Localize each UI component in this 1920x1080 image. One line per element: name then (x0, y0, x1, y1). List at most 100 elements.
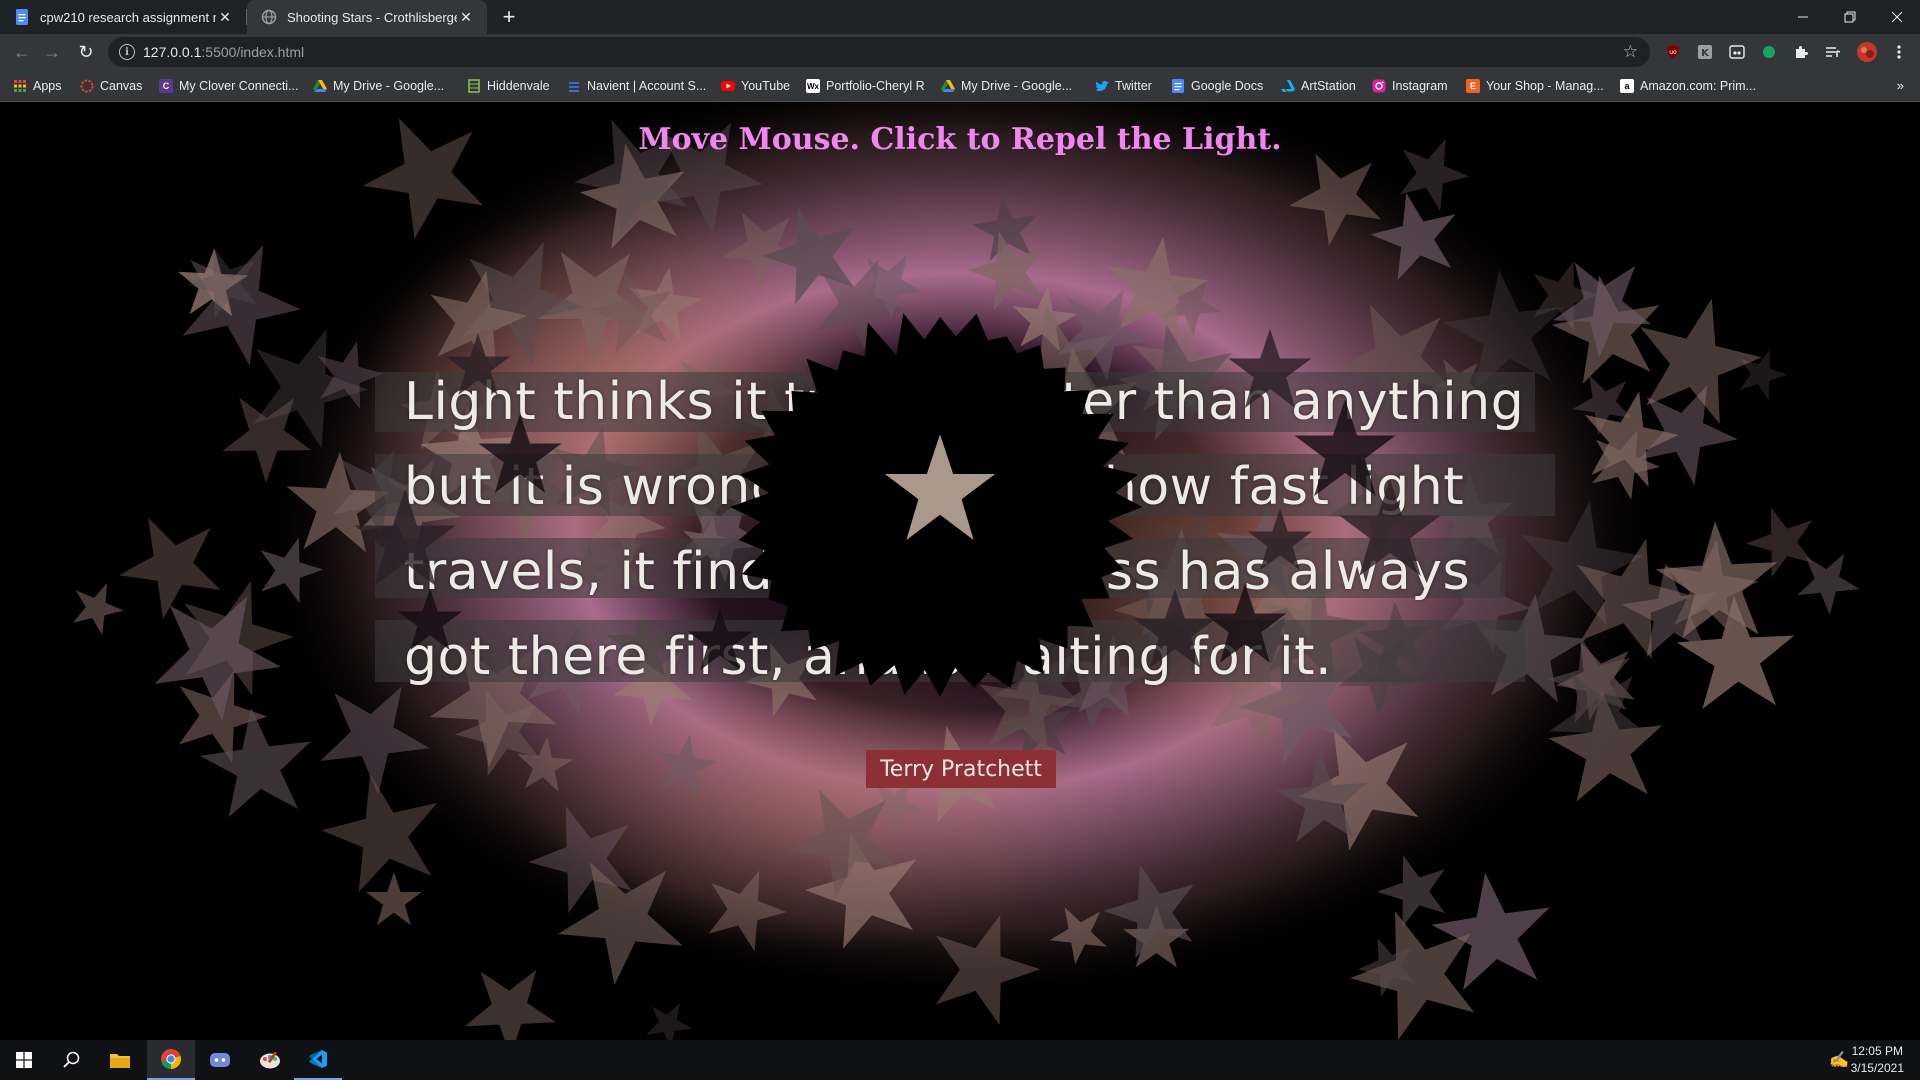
search-icon (63, 1051, 80, 1068)
paint-icon (260, 1051, 280, 1069)
windows-start-icon (16, 1052, 32, 1068)
taskbar-chrome[interactable] (147, 1040, 195, 1080)
bookmark-google-drive[interactable]: My Drive - Google... (313, 77, 444, 95)
bookmark-label: Twitter (1115, 79, 1152, 93)
bookmark-label: Google Docs (1191, 79, 1264, 93)
bookmark-hiddenvale[interactable]: Hiddenvale (467, 77, 550, 95)
bookmark-twitter[interactable]: Twitter (1095, 77, 1152, 95)
bookmark-instagram[interactable]: Instagram (1372, 77, 1448, 95)
new-tab-button[interactable]: + (497, 4, 521, 29)
bookmark-label: My Drive - Google... (961, 79, 1073, 93)
quote-line: Light thinks it travels faster than anyt… (404, 372, 1525, 432)
canvas-icon (80, 79, 94, 93)
start-button[interactable] (0, 1040, 48, 1080)
extension-k-icon[interactable]: K (1695, 42, 1715, 62)
bookmark-label: ArtStation (1301, 79, 1356, 93)
address-bar[interactable]: i 127.0.0.1:5500/index.html ☆ (108, 37, 1650, 67)
bookmarks-bar: Apps Canvas C My Clover Connecti... My D… (0, 70, 1920, 102)
discord-icon (210, 1053, 230, 1067)
minimize-button[interactable] (1780, 0, 1826, 34)
info-icon[interactable]: i (119, 44, 135, 60)
bookmark-apps[interactable]: Apps (13, 77, 62, 95)
svg-text:K: K (1701, 48, 1710, 59)
system-clock[interactable]: 12:05 PM 3/15/2021 (1851, 1043, 1904, 1077)
minimize-icon (1798, 16, 1808, 18)
bookmark-label: Amazon.com: Prim... (1640, 79, 1756, 93)
back-button[interactable]: ← (8, 38, 36, 66)
google-drive-icon (941, 79, 955, 93)
google-docs-icon (14, 9, 30, 25)
media-queue-icon[interactable] (1823, 42, 1843, 62)
page-canvas[interactable]: Move Mouse. Click to Repel the Light. Li… (0, 102, 1920, 1040)
bookmark-label: YouTube (741, 79, 791, 93)
bookmark-label: My Clover Connecti... (179, 79, 299, 93)
apps-grid-icon (13, 79, 27, 93)
wix-icon: Wx (806, 79, 820, 93)
bookmark-portfolio[interactable]: Wx Portfolio-Cheryl R (806, 77, 925, 95)
tab-strip: cpw210 research assignment not ✕ Shootin… (0, 0, 1920, 34)
quote-line: but it is wrong. No matter how fast ligh… (404, 457, 1465, 517)
browser-toolbar: ← → ↻ i 127.0.0.1:5500/index.html ☆ uo K (0, 34, 1920, 70)
google-drive-icon (313, 79, 327, 93)
restore-button[interactable] (1827, 0, 1873, 34)
reload-icon: ↻ (78, 41, 94, 62)
tab-shooting-stars[interactable]: Shooting Stars - Crothlisberger ✕ (247, 0, 487, 34)
etsy-icon: E (1466, 79, 1480, 93)
clock-date: 3/15/2021 (1850, 1061, 1904, 1075)
navient-icon (567, 79, 581, 93)
artstation-icon (1281, 79, 1295, 93)
taskbar-vscode[interactable] (294, 1040, 342, 1080)
arrow-right-icon: → (43, 41, 61, 62)
amazon-icon: a (1620, 79, 1634, 93)
extensions-puzzle-icon[interactable] (1791, 42, 1811, 62)
file-explorer-icon (110, 1054, 130, 1068)
svg-text:uo: uo (1669, 49, 1677, 56)
restore-icon (1844, 11, 1856, 23)
extension-green-dot-icon[interactable] (1759, 42, 1779, 62)
tab-title: cpw210 research assignment not (40, 9, 216, 25)
bookmark-google-docs[interactable]: Google Docs (1171, 77, 1263, 95)
instruction-heading: Move Mouse. Click to Repel the Light. (638, 122, 1282, 157)
youtube-icon (721, 79, 735, 93)
close-window-button[interactable] (1874, 0, 1920, 34)
forward-button[interactable]: → (38, 38, 66, 66)
hiddenvale-icon (467, 79, 481, 93)
bookmark-artstation[interactable]: ArtStation (1281, 77, 1356, 95)
bookmark-amazon[interactable]: a Amazon.com: Prim... (1620, 77, 1756, 95)
bookmark-label: Your Shop - Manag... (1486, 79, 1604, 93)
bookmark-label: Navient | Account S... (587, 79, 707, 93)
bookmark-label: Apps (33, 79, 62, 93)
bookmark-clover[interactable]: C My Clover Connecti... (159, 77, 298, 95)
tab-research-assignment[interactable]: cpw210 research assignment not ✕ (0, 0, 246, 34)
bookmark-label: Canvas (100, 79, 143, 93)
bookmark-google-drive-2[interactable]: My Drive - Google... (941, 77, 1072, 95)
reload-button[interactable]: ↻ (72, 38, 100, 66)
clover-icon: C (159, 79, 173, 93)
extension-camera-icon[interactable] (1727, 42, 1747, 62)
chrome-menu-icon[interactable] (1889, 42, 1909, 62)
bookmark-canvas[interactable]: Canvas (80, 77, 142, 95)
bookmark-etsy[interactable]: E Your Shop - Manag... (1466, 77, 1604, 95)
profile-avatar[interactable] (1855, 40, 1879, 64)
ublock-icon[interactable]: uo (1663, 42, 1683, 62)
globe-icon (261, 9, 277, 25)
bookmark-star-icon[interactable]: ☆ (1623, 42, 1638, 62)
bookmarks-overflow-icon[interactable]: » (1897, 78, 1904, 93)
bookmark-youtube[interactable]: YouTube (721, 77, 790, 95)
close-tab-icon[interactable]: ✕ (457, 8, 475, 26)
vscode-icon (309, 1050, 327, 1068)
bookmark-label: My Drive - Google... (333, 79, 445, 93)
close-tab-icon[interactable]: ✕ (216, 8, 234, 26)
taskbar-file-explorer[interactable] (96, 1040, 144, 1080)
search-button[interactable] (48, 1040, 96, 1080)
taskbar-paint[interactable] (246, 1040, 294, 1080)
instagram-icon (1372, 79, 1386, 93)
windows-taskbar: ✍ 12:05 PM 3/15/2021 (0, 1040, 1920, 1080)
bookmark-label: Hiddenvale (487, 79, 550, 93)
windows-ink-icon[interactable]: ✍ (1829, 1050, 1849, 1070)
address-path: :5500/index.html (201, 44, 305, 60)
bookmark-label: Instagram (1392, 79, 1448, 93)
clock-time: 12:05 PM (1851, 1044, 1903, 1058)
taskbar-discord[interactable] (196, 1040, 244, 1080)
bookmark-navient[interactable]: Navient | Account S... (567, 77, 706, 95)
